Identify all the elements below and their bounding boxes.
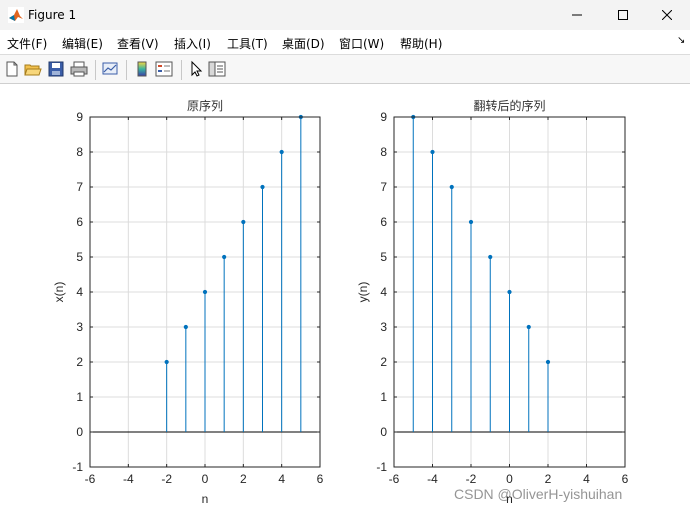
toolbar-separator — [126, 60, 127, 80]
link-plot-icon[interactable] — [101, 60, 119, 78]
plot2-stem-marker — [488, 254, 493, 260]
plot1-x-tick-label: -4 — [123, 472, 134, 486]
plot2-stem-marker — [430, 149, 435, 155]
plot1-y-tick-label: 6 — [76, 215, 83, 229]
plot2-y-tick-label: 6 — [380, 215, 387, 229]
plot1-stem-marker — [241, 219, 246, 225]
minimize-button[interactable] — [554, 0, 600, 30]
plot1-y-tick-label: 0 — [76, 425, 83, 439]
open-icon[interactable] — [24, 60, 42, 78]
menu-file[interactable]: 文件(F) — [7, 35, 47, 52]
plot1-y-tick-label: 3 — [76, 320, 83, 334]
plot1-x-tick-label: -2 — [161, 472, 172, 486]
matlab-icon — [8, 7, 24, 23]
insert-colorbar-icon[interactable] — [133, 60, 151, 78]
window-title: Figure 1 — [28, 8, 77, 22]
menu-view[interactable]: 查看(V) — [117, 35, 159, 52]
menu-tools[interactable]: 工具(T) — [227, 35, 268, 52]
plot2-stem-marker — [468, 219, 474, 225]
plot1-y-tick-label: 8 — [76, 145, 83, 159]
plot2-y-tick-label: 1 — [380, 390, 387, 404]
plot2-x-tick-label: 2 — [545, 472, 552, 486]
plot1-stem-marker — [260, 184, 265, 190]
print-icon[interactable] — [70, 60, 88, 78]
property-inspector-icon[interactable] — [208, 60, 226, 78]
edit-plot-icon[interactable] — [187, 60, 205, 78]
plot1-x-tick-label: -6 — [85, 472, 96, 486]
plot2-x-tick-label: 0 — [506, 472, 513, 486]
plot1-x-tick-label: 2 — [240, 472, 247, 486]
plot1-y-tick-label: 5 — [76, 250, 83, 264]
maximize-icon — [618, 10, 628, 20]
plot2-y-tick-label: 5 — [380, 250, 387, 264]
plot2-x-tick-label: -6 — [389, 472, 400, 486]
save-icon[interactable] — [47, 60, 65, 78]
plot2-stem-marker — [507, 289, 512, 295]
plot1-y-tick-label: -1 — [72, 460, 83, 474]
plot1-stem-marker — [222, 254, 227, 260]
title-bar: Figure 1 — [0, 0, 690, 30]
plots-svg: -6 -4 -2 0 2 4 6 -1 0 1 2 3 4 5 6 7 8 9 原序列 n x(n) -6 -4 -2 0 2 4 6… — [52, 98, 629, 506]
menu-desktop[interactable]: 桌面(D) — [282, 35, 325, 52]
insert-legend-icon[interactable] — [155, 60, 173, 78]
plot1-stem-marker — [183, 324, 188, 330]
plot1-stem-marker — [202, 289, 208, 295]
plot2-y-tick-label: -1 — [376, 460, 387, 474]
plot1-x-tick-label: 0 — [202, 472, 209, 486]
menu-insert[interactable]: 插入(I) — [174, 35, 211, 52]
plot2-x-tick-label: -4 — [427, 472, 438, 486]
plot2-y-tick-label: 3 — [380, 320, 387, 334]
toolbar-separator — [181, 60, 182, 80]
plot2-y-tick-label: 0 — [380, 425, 387, 439]
plot2-stem-marker — [545, 359, 551, 365]
plot2-y-tick-label: 4 — [380, 285, 387, 299]
figure-canvas: -6 -4 -2 0 2 4 6 -1 0 1 2 3 4 5 6 7 8 9 原序列 n x(n) -6 -4 -2 0 2 4 6… — [0, 84, 690, 514]
close-button[interactable] — [644, 0, 690, 30]
plot1-y-tick-label: 7 — [76, 180, 83, 194]
plot2-x-tick-label: 6 — [622, 472, 629, 486]
plot1-y-axis-label: x(n) — [52, 282, 66, 303]
plot1-title: 原序列 — [187, 98, 223, 113]
toolbar-separator — [95, 60, 96, 80]
plot2-y-tick-label: 7 — [380, 180, 387, 194]
plot1-x-tick-label: 4 — [278, 472, 285, 486]
plot2-stem-marker — [526, 324, 531, 330]
new-figure-icon[interactable] — [3, 60, 21, 78]
close-icon — [662, 10, 672, 20]
maximize-button[interactable] — [600, 0, 646, 30]
menu-help[interactable]: 帮助(H) — [400, 35, 442, 52]
menu-bar: 文件(F) 编辑(E) 查看(V) 插入(I) 工具(T) 桌面(D) 窗口(W… — [0, 30, 690, 54]
plot2-y-tick-label: 2 — [380, 355, 387, 369]
plot1-x-axis-label: n — [202, 492, 209, 506]
plot2-x-tick-label: 4 — [583, 472, 590, 486]
plot1-y-tick-label: 2 — [76, 355, 83, 369]
dock-arrow-icon[interactable]: ↘ — [677, 35, 685, 46]
plot1-y-tick-label: 4 — [76, 285, 83, 299]
menu-window[interactable]: 窗口(W) — [339, 35, 384, 52]
minimize-icon — [572, 14, 582, 16]
plot2-title: 翻转后的序列 — [473, 98, 545, 113]
plot1-x-tick-label: 6 — [317, 472, 324, 486]
plot2-y-axis-label: y(n) — [356, 282, 370, 303]
menu-edit[interactable]: 编辑(E) — [62, 35, 103, 52]
plot2-y-tick-label: 9 — [380, 110, 387, 124]
toolbar — [0, 54, 690, 84]
plot2-x-tick-label: -2 — [466, 472, 477, 486]
plot2-stem-marker — [449, 184, 454, 190]
plot1-y-tick-label: 9 — [76, 110, 83, 124]
plot1-stem-marker — [164, 359, 169, 365]
plot1-y-tick-label: 1 — [76, 390, 83, 404]
plot1-stem-marker — [279, 149, 284, 155]
watermark: CSDN @OliverH-yishuihan — [454, 486, 623, 502]
plot2-y-tick-label: 8 — [380, 145, 387, 159]
